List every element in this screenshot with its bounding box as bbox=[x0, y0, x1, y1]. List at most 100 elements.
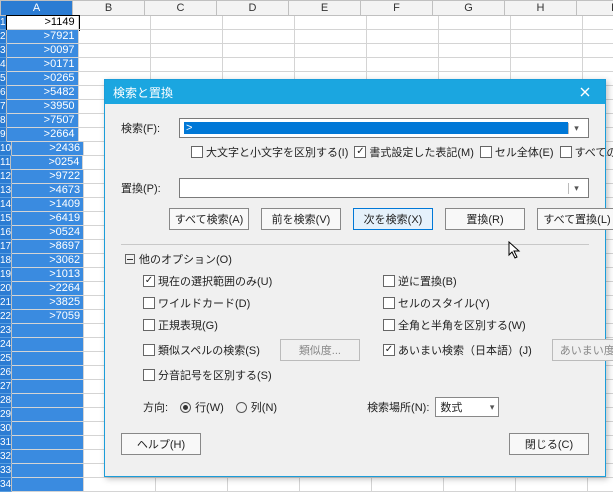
cell[interactable] bbox=[367, 30, 439, 44]
allsheets-checkbox[interactable]: すべてのシート(S) bbox=[560, 144, 613, 160]
find-next-button[interactable]: 次を検索(X) bbox=[353, 208, 433, 230]
cell[interactable] bbox=[516, 478, 588, 492]
replace-all-button[interactable]: すべて置換(L) bbox=[537, 208, 613, 230]
similar-checkbox[interactable]: 類似スペルの検索(S) bbox=[143, 342, 260, 358]
cell[interactable] bbox=[79, 16, 151, 30]
cell[interactable] bbox=[588, 478, 613, 492]
cell[interactable] bbox=[84, 478, 156, 492]
cell[interactable]: >2264 bbox=[12, 282, 84, 296]
cell[interactable] bbox=[151, 16, 223, 30]
cell[interactable] bbox=[79, 30, 151, 44]
cell[interactable] bbox=[511, 16, 583, 30]
row-header[interactable]: 27 bbox=[0, 380, 12, 394]
cell[interactable] bbox=[583, 16, 613, 30]
dialog-titlebar[interactable]: 検索と置換 bbox=[105, 80, 605, 104]
cell[interactable] bbox=[583, 44, 613, 58]
cell[interactable] bbox=[228, 478, 300, 492]
other-options-toggle[interactable]: 他のオプション(O) bbox=[125, 251, 589, 267]
cell[interactable]: >6419 bbox=[12, 212, 84, 226]
help-button[interactable]: ヘルプ(H) bbox=[121, 433, 201, 455]
cell[interactable] bbox=[295, 44, 367, 58]
find-prev-button[interactable]: 前を検索(V) bbox=[261, 208, 341, 230]
cell[interactable] bbox=[12, 338, 84, 352]
cell[interactable] bbox=[12, 408, 84, 422]
row-header[interactable]: 17 bbox=[0, 240, 12, 254]
find-all-button[interactable]: すべて検索(A) bbox=[169, 208, 249, 230]
row-header[interactable]: 22 bbox=[0, 310, 12, 324]
close-button[interactable]: 閉じる(C) bbox=[509, 433, 589, 455]
cell[interactable] bbox=[223, 16, 295, 30]
column-header[interactable]: A bbox=[1, 1, 73, 15]
row-header[interactable]: 32 bbox=[0, 450, 12, 464]
cell[interactable]: >7921 bbox=[7, 30, 79, 44]
column-header[interactable]: D bbox=[217, 1, 289, 15]
cell[interactable] bbox=[223, 58, 295, 72]
cell[interactable] bbox=[372, 478, 444, 492]
cell[interactable] bbox=[79, 44, 151, 58]
case-checkbox[interactable]: 大文字と小文字を区別する(I) bbox=[191, 144, 348, 160]
row-header[interactable]: 30 bbox=[0, 422, 12, 436]
cell[interactable]: >7507 bbox=[7, 114, 79, 128]
cell[interactable] bbox=[79, 58, 151, 72]
cell[interactable]: >0171 bbox=[7, 58, 79, 72]
cell[interactable] bbox=[12, 450, 84, 464]
cell[interactable] bbox=[223, 30, 295, 44]
cell[interactable]: >3062 bbox=[12, 254, 84, 268]
row-header[interactable]: 19 bbox=[0, 268, 12, 282]
cell[interactable] bbox=[151, 30, 223, 44]
row-header[interactable]: 23 bbox=[0, 324, 12, 338]
cell[interactable]: >0254 bbox=[11, 156, 83, 170]
column-header[interactable]: C bbox=[145, 1, 217, 15]
column-header[interactable]: B bbox=[73, 1, 145, 15]
cell[interactable] bbox=[12, 394, 84, 408]
fuzzy-jp-checkbox[interactable]: あいまい検索（日本語）(J) bbox=[383, 342, 532, 358]
chevron-down-icon[interactable]: ▾ bbox=[568, 183, 584, 194]
cell[interactable]: >7059 bbox=[12, 310, 84, 324]
cell[interactable] bbox=[367, 58, 439, 72]
cell[interactable] bbox=[295, 58, 367, 72]
cell[interactable]: >0097 bbox=[7, 44, 79, 58]
row-header[interactable]: 16 bbox=[0, 226, 12, 240]
cell[interactable]: >1149 bbox=[7, 16, 79, 30]
cell[interactable] bbox=[511, 30, 583, 44]
row-header[interactable]: 11 bbox=[0, 156, 11, 170]
row-header[interactable]: 34 bbox=[0, 478, 12, 492]
cell[interactable] bbox=[583, 58, 613, 72]
cell[interactable] bbox=[583, 30, 613, 44]
row-header[interactable]: 21 bbox=[0, 296, 12, 310]
cell[interactable] bbox=[156, 478, 228, 492]
cell[interactable] bbox=[511, 58, 583, 72]
row-header[interactable]: 20 bbox=[0, 282, 12, 296]
chevron-down-icon[interactable]: ▾ bbox=[568, 123, 584, 134]
column-header[interactable]: G bbox=[433, 1, 505, 15]
row-header[interactable]: 28 bbox=[0, 394, 12, 408]
location-select[interactable]: 数式 ▾ bbox=[435, 397, 499, 417]
replace-button[interactable]: 置換(R) bbox=[445, 208, 525, 230]
cell[interactable] bbox=[12, 380, 84, 394]
cell[interactable]: >2436 bbox=[12, 142, 84, 156]
cell[interactable] bbox=[151, 58, 223, 72]
cell[interactable]: >1409 bbox=[12, 198, 84, 212]
replace-input[interactable]: ▾ bbox=[179, 178, 589, 198]
allcells-checkbox[interactable]: セル全体(E) bbox=[480, 144, 554, 160]
column-header[interactable]: E bbox=[289, 1, 361, 15]
wildcard-checkbox[interactable]: ワイルドカード(D) bbox=[143, 295, 343, 311]
regex-checkbox[interactable]: 正規表現(G) bbox=[143, 317, 343, 333]
cell[interactable]: >0524 bbox=[12, 226, 84, 240]
diacritics-checkbox[interactable]: 分音記号を区別する(S) bbox=[143, 367, 343, 383]
column-header[interactable]: F bbox=[361, 1, 433, 15]
cell[interactable] bbox=[12, 422, 84, 436]
cell[interactable] bbox=[151, 44, 223, 58]
column-header[interactable]: H bbox=[505, 1, 577, 15]
cell[interactable]: >3825 bbox=[12, 296, 84, 310]
cell[interactable]: >3950 bbox=[7, 100, 79, 114]
cell[interactable] bbox=[439, 16, 511, 30]
row-header[interactable]: 10 bbox=[0, 142, 12, 156]
cell[interactable] bbox=[295, 30, 367, 44]
row-header[interactable]: 33 bbox=[0, 464, 12, 478]
cell[interactable]: >5482 bbox=[7, 86, 79, 100]
row-header[interactable]: 26 bbox=[0, 366, 12, 380]
cell[interactable]: >2664 bbox=[7, 128, 79, 142]
cell[interactable] bbox=[444, 478, 516, 492]
cell[interactable] bbox=[12, 324, 84, 338]
